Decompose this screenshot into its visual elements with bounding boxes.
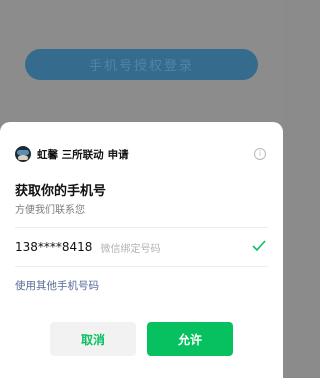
sheet-subtitle: 方便我们联系您 bbox=[15, 205, 85, 216]
app-name: 虹馨 三所联动 bbox=[37, 148, 104, 161]
phone-tag: 微信绑定号码 bbox=[100, 243, 161, 255]
phone-number: 138****8418 bbox=[15, 240, 93, 254]
request-label: 申请 bbox=[107, 148, 129, 161]
sheet-title: 获取你的手机号 bbox=[15, 184, 107, 199]
check-icon bbox=[252, 240, 266, 252]
dimmed-backdrop: 手机号授权登录 bbox=[0, 0, 283, 122]
use-other-phone-link[interactable]: 使用其他手机号码 bbox=[15, 278, 99, 293]
info-icon[interactable]: i bbox=[254, 148, 266, 160]
phone-option[interactable]: 138****8418 微信绑定号码 bbox=[15, 227, 268, 267]
phone-auth-login-button: 手机号授权登录 bbox=[25, 49, 258, 80]
cancel-button[interactable]: 取消 bbox=[50, 322, 136, 356]
allow-button[interactable]: 允许 bbox=[147, 322, 233, 356]
sheet-header: 虹馨 三所联动 申请 i bbox=[15, 144, 268, 164]
app-avatar bbox=[15, 146, 31, 162]
phone-auth-sheet: 虹馨 三所联动 申请 i 获取你的手机号 方便我们联系您 138****8418… bbox=[0, 122, 283, 378]
